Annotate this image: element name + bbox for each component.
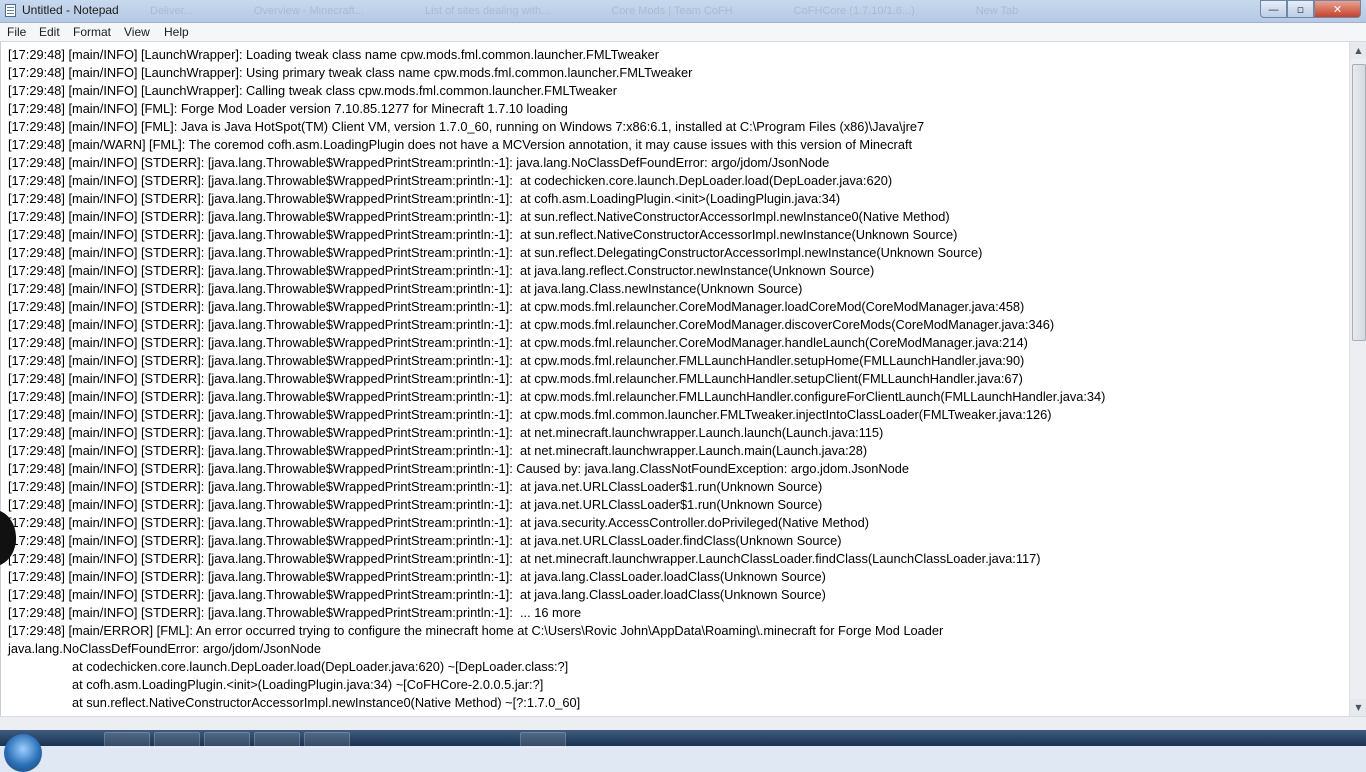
horizontal-scrollbar[interactable] — [0, 716, 1366, 731]
text-line[interactable]: [17:29:48] [main/INFO] [STDERR]: [java.l… — [8, 298, 1350, 316]
text-line[interactable]: [17:29:48] [main/INFO] [STDERR]: [java.l… — [8, 316, 1350, 334]
text-line[interactable]: [17:29:48] [main/INFO] [STDERR]: [java.l… — [8, 532, 1350, 550]
minimize-icon: — — [1268, 2, 1279, 16]
text-line[interactable]: [17:29:48] [main/INFO] [STDERR]: [java.l… — [8, 460, 1350, 478]
text-line[interactable]: [17:29:48] [main/WARN] [FML]: The coremo… — [8, 136, 1350, 154]
text-line[interactable]: [17:29:48] [main/INFO] [LaunchWrapper]: … — [8, 82, 1350, 100]
text-line[interactable]: [17:29:48] [main/INFO] [STDERR]: [java.l… — [8, 388, 1350, 406]
minimize-button[interactable]: — — [1260, 0, 1287, 18]
scroll-up-icon[interactable]: ▲ — [1350, 42, 1366, 59]
background-tab: Overview - Minecraft... — [253, 5, 364, 17]
background-tab: CoFHCore (1.7.10/1.6...) — [793, 5, 915, 17]
notepad-icon — [5, 4, 16, 17]
text-line[interactable]: [17:29:48] [main/INFO] [FML]: Java is Ja… — [8, 118, 1350, 136]
title-bar[interactable]: Untitled - Notepad Deliver... Overview -… — [0, 0, 1366, 23]
vertical-scrollbar[interactable]: ▲ ▼ — [1349, 42, 1366, 716]
text-line[interactable]: at codechicken.core.launch.DepLoader.loa… — [8, 658, 1350, 676]
text-line[interactable]: [17:29:48] [main/INFO] [STDERR]: [java.l… — [8, 208, 1350, 226]
text-line[interactable]: [17:29:48] [main/INFO] [STDERR]: [java.l… — [8, 352, 1350, 370]
text-line[interactable]: [17:29:48] [main/INFO] [STDERR]: [java.l… — [8, 370, 1350, 388]
text-line[interactable]: [17:29:48] [main/INFO] [STDERR]: [java.l… — [8, 424, 1350, 442]
text-line[interactable]: [17:29:48] [main/INFO] [STDERR]: [java.l… — [8, 154, 1350, 172]
text-line[interactable]: [17:29:48] [main/INFO] [STDERR]: [java.l… — [8, 280, 1350, 298]
menu-edit[interactable]: Edit — [39, 25, 60, 39]
text-line[interactable]: [17:29:48] [main/INFO] [LaunchWrapper]: … — [8, 46, 1350, 64]
menu-bar: File Edit Format View Help — [0, 23, 1366, 42]
text-line[interactable]: [17:29:48] [main/INFO] [STDERR]: [java.l… — [8, 478, 1350, 496]
text-line[interactable]: [17:29:48] [main/INFO] [STDERR]: [java.l… — [8, 568, 1350, 586]
text-line[interactable]: [17:29:48] [main/INFO] [STDERR]: [java.l… — [8, 550, 1350, 568]
taskbar — [0, 730, 1366, 772]
menu-format[interactable]: Format — [73, 25, 111, 39]
text-line[interactable]: [17:29:48] [main/INFO] [STDERR]: [java.l… — [8, 442, 1350, 460]
text-editor[interactable]: [17:29:48] [main/INFO] [LaunchWrapper]: … — [0, 42, 1350, 716]
text-line[interactable]: [17:29:48] [main/INFO] [STDERR]: [java.l… — [8, 226, 1350, 244]
maximize-icon: ▫ — [1296, 2, 1305, 16]
start-orb-icon[interactable] — [4, 734, 42, 772]
maximize-button[interactable]: ▫ — [1287, 0, 1314, 18]
close-button[interactable]: ✕ — [1314, 0, 1361, 18]
window-title: Untitled - Notepad — [22, 3, 119, 17]
scroll-down-icon[interactable]: ▼ — [1350, 699, 1366, 716]
text-line[interactable]: [17:29:48] [main/ERROR] [FML]: An error … — [8, 622, 1350, 640]
text-line[interactable]: [17:29:48] [main/INFO] [STDERR]: [java.l… — [8, 406, 1350, 424]
text-line[interactable]: [17:29:48] [main/INFO] [STDERR]: [java.l… — [8, 496, 1350, 514]
text-line[interactable]: [17:29:48] [main/INFO] [LaunchWrapper]: … — [8, 64, 1350, 82]
text-line[interactable]: [17:29:48] [main/INFO] [STDERR]: [java.l… — [8, 172, 1350, 190]
menu-help[interactable]: Help — [164, 25, 189, 39]
text-line[interactable]: [17:29:48] [main/INFO] [STDERR]: [java.l… — [8, 262, 1350, 280]
text-line[interactable]: [17:29:48] [main/INFO] [STDERR]: [java.l… — [8, 334, 1350, 352]
text-line[interactable]: [17:29:48] [main/INFO] [STDERR]: [java.l… — [8, 586, 1350, 604]
text-line[interactable]: java.lang.NoClassDefFoundError: argo/jdo… — [8, 640, 1350, 658]
close-icon: ✕ — [1332, 2, 1343, 16]
menu-view[interactable]: View — [124, 25, 150, 39]
text-line[interactable]: [17:29:48] [main/INFO] [STDERR]: [java.l… — [8, 514, 1350, 532]
text-line[interactable]: at sun.reflect.NativeConstructorAccessor… — [8, 694, 1350, 712]
text-line[interactable]: at cofh.asm.LoadingPlugin.<init>(Loading… — [8, 676, 1350, 694]
background-tabs: Deliver... Overview - Minecraft... List … — [150, 5, 1076, 17]
editor-content[interactable]: [17:29:48] [main/INFO] [LaunchWrapper]: … — [1, 42, 1350, 712]
menu-file[interactable]: File — [7, 25, 26, 39]
text-line[interactable]: [17:29:48] [main/INFO] [STDERR]: [java.l… — [8, 244, 1350, 262]
background-tab: Deliver... — [150, 5, 193, 17]
text-line[interactable]: [17:29:48] [main/INFO] [STDERR]: [java.l… — [8, 190, 1350, 208]
scrollbar-thumb[interactable] — [1352, 64, 1366, 341]
background-tab: Core Mods | Team CoFH — [611, 5, 733, 17]
text-line[interactable]: [17:29:48] [main/INFO] [STDERR]: [java.l… — [8, 604, 1350, 622]
background-tab: New Tab — [975, 5, 1019, 17]
text-line[interactable]: [17:29:48] [main/INFO] [FML]: Forge Mod … — [8, 100, 1350, 118]
background-tab: List of sites dealing with... — [424, 5, 551, 17]
